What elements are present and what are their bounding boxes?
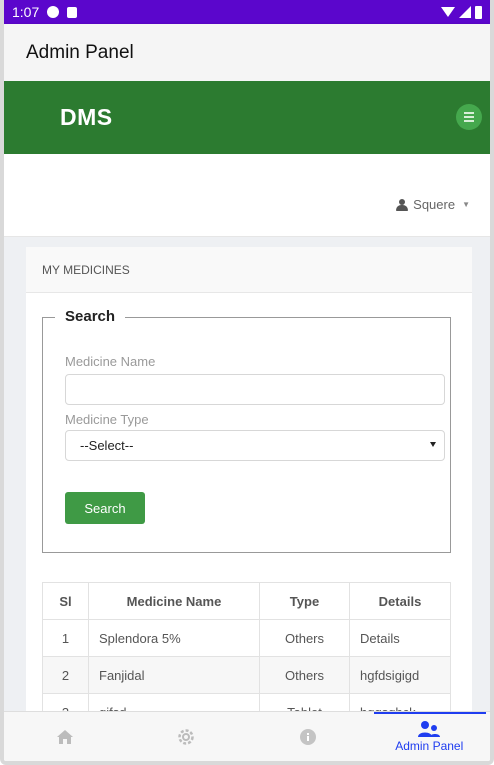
medicine-type-label: Medicine Type bbox=[65, 412, 149, 427]
nav-settings[interactable] bbox=[126, 712, 248, 761]
medicine-type-selected: --Select-- bbox=[80, 438, 134, 453]
cell-signal-icon bbox=[459, 6, 471, 18]
battery-icon bbox=[475, 5, 482, 19]
nav-home[interactable] bbox=[4, 712, 126, 761]
user-icon bbox=[395, 198, 409, 211]
notification-icon bbox=[47, 6, 60, 18]
table-row: 1 Splendora 5% Others Details bbox=[42, 619, 451, 657]
content-area: MY MEDICINES Search Medicine Name Medici… bbox=[4, 237, 490, 731]
medicine-name-label: Medicine Name bbox=[65, 354, 156, 369]
chevron-down-icon: ▼ bbox=[462, 200, 470, 209]
settings-icon bbox=[178, 728, 194, 745]
cell-details[interactable]: hgfdsigigd bbox=[349, 656, 451, 694]
status-indicators bbox=[441, 5, 482, 19]
table-row: 2 Fanjidal Others hgfdsigigd bbox=[42, 656, 451, 694]
cell-details[interactable]: Details bbox=[349, 619, 451, 657]
status-time: 1:07 bbox=[12, 4, 40, 20]
nav-admin-panel[interactable]: Admin Panel bbox=[369, 712, 491, 761]
col-header-details: Details bbox=[349, 582, 451, 620]
cell-sl: 2 bbox=[42, 656, 89, 694]
medicines-panel: MY MEDICINES Search Medicine Name Medici… bbox=[26, 247, 472, 731]
nav-admin-panel-label: Admin Panel bbox=[395, 739, 464, 753]
panel-heading: MY MEDICINES bbox=[26, 247, 472, 293]
medicine-name-input[interactable] bbox=[65, 374, 445, 405]
user-name: Squere bbox=[413, 197, 456, 212]
active-tab-indicator bbox=[374, 712, 486, 714]
menu-toggle-button[interactable] bbox=[456, 104, 482, 130]
user-bar: Squere ▼ bbox=[4, 154, 490, 237]
wifi-icon bbox=[441, 7, 455, 17]
cell-type: Others bbox=[259, 619, 350, 657]
col-header-type: Type bbox=[259, 582, 350, 620]
col-header-sl: Sl bbox=[42, 582, 89, 620]
cell-sl: 1 bbox=[42, 619, 89, 657]
user-menu-dropdown[interactable]: Squere ▼ bbox=[395, 197, 470, 212]
search-button[interactable]: Search bbox=[65, 492, 145, 524]
sd-card-icon bbox=[67, 6, 78, 18]
status-bar: 1:07 bbox=[4, 0, 490, 24]
app-bar: Admin Panel bbox=[4, 24, 490, 81]
medicine-type-select[interactable]: --Select-- bbox=[65, 430, 445, 461]
hamburger-icon bbox=[464, 112, 474, 114]
phone-screen: 1:07 Admin Panel DMS Squere ▼ MY MEDICIN… bbox=[0, 0, 494, 765]
dropdown-arrow-icon bbox=[430, 442, 436, 447]
cell-medicine-name: Splendora 5% bbox=[88, 619, 260, 657]
nav-info[interactable] bbox=[247, 712, 369, 761]
app-bar-title: Admin Panel bbox=[26, 41, 134, 63]
info-icon bbox=[299, 728, 316, 745]
site-header: DMS bbox=[4, 81, 490, 154]
medicines-table: Sl Medicine Name Type Details 1 Splendor… bbox=[42, 582, 451, 731]
search-legend: Search bbox=[55, 308, 126, 325]
admin-users-icon bbox=[418, 721, 441, 737]
table-header-row: Sl Medicine Name Type Details bbox=[42, 582, 451, 620]
search-fieldset: Search Medicine Name Medicine Type --Sel… bbox=[42, 308, 451, 553]
bottom-navigation: Admin Panel bbox=[4, 711, 490, 761]
home-icon bbox=[56, 729, 73, 744]
cell-medicine-name: Fanjidal bbox=[88, 656, 260, 694]
col-header-medicine-name: Medicine Name bbox=[88, 582, 260, 620]
cell-type: Others bbox=[259, 656, 350, 694]
brand-logo[interactable]: DMS bbox=[60, 104, 113, 131]
